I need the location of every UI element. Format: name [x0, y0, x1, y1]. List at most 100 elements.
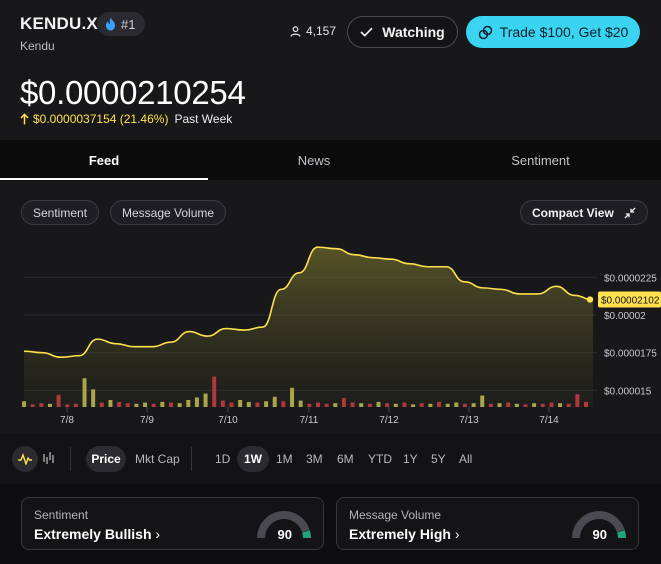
range-ytd-button[interactable]: YTD	[368, 452, 392, 466]
volume-bar	[584, 401, 588, 407]
volume-bar	[220, 400, 225, 407]
arrow-up-icon	[20, 113, 29, 125]
range-6m-button[interactable]: 6M	[337, 452, 354, 466]
last-price-label: $0.00002102	[601, 296, 660, 307]
volume-bar	[281, 401, 286, 407]
trade-button[interactable]: Trade $100, Get $20	[466, 16, 640, 48]
volume-bar	[298, 400, 303, 407]
volume-bar	[290, 387, 295, 407]
volume-bar	[108, 399, 113, 407]
volume-bar	[385, 403, 390, 407]
x-tick-label: 7/11	[300, 415, 319, 426]
volume-bar	[393, 403, 398, 407]
sentiment-card[interactable]: Sentiment Extremely Bullish › 90	[21, 497, 324, 550]
header: KENDU.X #1 Kendu 4,157 Watching Trade $1…	[0, 0, 661, 62]
volume-bar	[359, 403, 364, 407]
sentiment-score: 90	[277, 527, 292, 542]
current-price: $0.0000210254	[20, 74, 246, 111]
y-tick-label: $0.000015	[604, 386, 652, 397]
volume-bar	[168, 402, 173, 407]
volume-bar	[151, 403, 156, 407]
compact-view-label: Compact View	[532, 205, 614, 220]
company-name: Kendu	[20, 39, 55, 53]
sentiment-value-text: Extremely Bullish	[34, 526, 152, 542]
volume-bar	[540, 403, 545, 407]
volume-bar	[177, 403, 182, 407]
rank-label: #1	[121, 16, 136, 32]
range-1d-button[interactable]: 1D	[215, 452, 230, 466]
volume-bar	[73, 403, 78, 407]
price-toggle[interactable]: Price	[86, 446, 126, 472]
tab-bar: Feed News Sentiment	[0, 140, 661, 180]
price-section: $0.0000210254 $0.0000037154 (21.46%) Pas…	[0, 62, 661, 140]
price-area-fill	[24, 247, 593, 407]
chevron-right-icon: ›	[454, 526, 460, 542]
volume-bar	[65, 404, 70, 407]
volume-bar	[22, 401, 26, 407]
watchers-value: 4,157	[306, 24, 337, 38]
range-all-button[interactable]: All	[459, 452, 472, 466]
y-tick-label: $0.00002	[604, 311, 646, 322]
chart-controls: Price Mkt Cap 1D 1W 1M 3M 6M YTD 1Y 5Y All	[0, 434, 661, 484]
message-volume-value-text: Extremely High	[349, 526, 451, 542]
volume-bar	[462, 403, 467, 407]
chart-panel: Sentiment Message Volume Compact View $0…	[0, 180, 661, 434]
range-1y-button[interactable]: 1Y	[403, 452, 418, 466]
watchers-count: 4,157	[290, 24, 336, 38]
volume-bar	[307, 403, 312, 407]
volume-bar	[575, 394, 580, 407]
price-chart[interactable]: $0.0000225 $0.00002 $0.0000175 $0.000015 7/8…	[0, 220, 661, 434]
range-3m-button[interactable]: 3M	[306, 452, 323, 466]
x-tick-label: 7/9	[140, 415, 154, 426]
volume-bar	[419, 403, 424, 407]
trade-label: Trade $100, Get $20	[499, 24, 629, 40]
checkmark-icon	[360, 27, 373, 37]
bar-chart-toggle[interactable]	[42, 451, 56, 470]
x-tick-label: 7/10	[218, 415, 238, 426]
rank-badge[interactable]: #1	[97, 12, 146, 36]
volume-bar	[143, 402, 148, 407]
tab-news[interactable]: News	[208, 140, 420, 180]
price-change-value: $0.0000037154 (21.46%)	[33, 112, 169, 126]
volume-bar	[428, 403, 433, 407]
volume-bar	[203, 393, 208, 407]
price-change: $0.0000037154 (21.46%) Past Week	[20, 112, 232, 126]
divider	[70, 447, 71, 471]
tab-feed[interactable]: Feed	[0, 140, 208, 180]
volume-bar	[315, 402, 320, 407]
range-5y-button[interactable]: 5Y	[431, 452, 446, 466]
volume-bar	[341, 398, 346, 407]
volume-bar	[558, 403, 563, 407]
volume-bar	[488, 403, 493, 407]
sentiment-card-value: Extremely Bullish ›	[34, 526, 160, 542]
volume-bar	[367, 403, 372, 407]
volume-bar	[186, 399, 191, 407]
market-cap-toggle[interactable]: Mkt Cap	[135, 452, 180, 466]
volume-bar	[445, 403, 450, 407]
range-1m-button[interactable]: 1M	[276, 452, 293, 466]
range-1w-button[interactable]: 1W	[237, 446, 269, 472]
volume-bar	[514, 403, 519, 407]
line-chart-toggle[interactable]	[12, 446, 38, 472]
x-tick-label: 7/8	[60, 415, 74, 426]
volume-bar	[437, 401, 442, 407]
watching-button[interactable]: Watching	[347, 16, 458, 48]
chevron-right-icon: ›	[155, 526, 161, 542]
volume-bar	[350, 402, 355, 407]
volume-bar	[523, 404, 528, 407]
person-icon	[290, 25, 301, 37]
volume-bar	[480, 395, 485, 407]
volume-bar	[264, 401, 269, 407]
trade-icon	[478, 25, 492, 39]
x-tick-label: 7/13	[459, 415, 479, 426]
volume-bar	[91, 389, 96, 407]
volume-bar	[497, 403, 502, 407]
bar-chart-icon	[43, 452, 54, 464]
volume-bar	[39, 403, 44, 407]
message-volume-card[interactable]: Message Volume Extremely High › 90	[336, 497, 639, 550]
message-volume-card-value: Extremely High ›	[349, 526, 460, 542]
volume-bar	[212, 376, 217, 407]
volume-bar	[134, 403, 139, 407]
volume-bar	[333, 403, 338, 407]
tab-sentiment[interactable]: Sentiment	[420, 140, 661, 180]
